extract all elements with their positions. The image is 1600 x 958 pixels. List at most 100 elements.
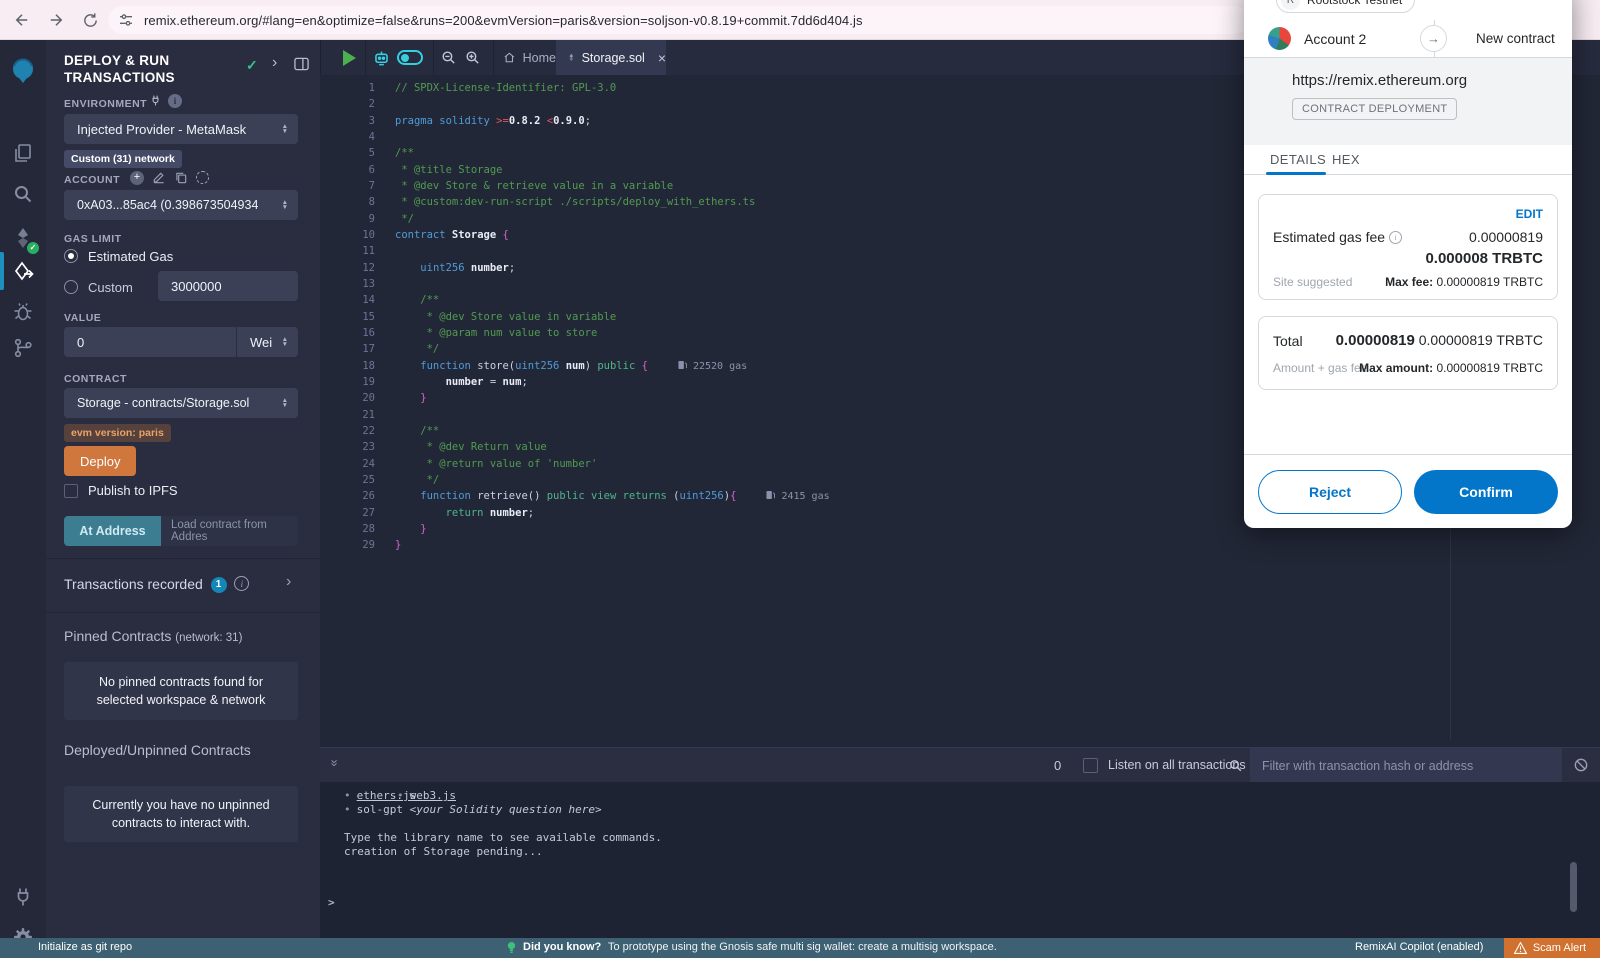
terminal-output[interactable]: •web3.js •ethers.js•sol-gpt <your Solidi… — [320, 782, 1600, 938]
tab-home[interactable]: Home — [494, 40, 556, 75]
active-plugin-indicator — [0, 252, 4, 290]
site-info-icon[interactable] — [118, 12, 134, 28]
plugin-manager-icon[interactable] — [11, 885, 35, 909]
custom-gas-radio[interactable] — [64, 280, 78, 294]
line-number: 14 — [320, 292, 375, 308]
close-tab-icon[interactable]: × — [658, 50, 666, 66]
library-link[interactable]: web3.js — [410, 789, 456, 802]
line-number: 11 — [320, 243, 375, 259]
at-address-button[interactable]: At Address — [64, 516, 161, 546]
git-branch-icon[interactable] — [11, 336, 35, 360]
tab-hex[interactable]: HEX — [1332, 152, 1360, 167]
value-unit-select[interactable]: Wei ▲▼ — [236, 327, 298, 357]
code-line: } — [395, 390, 830, 406]
terminal-scrollbar-thumb[interactable] — [1570, 862, 1577, 912]
code-line — [395, 129, 830, 145]
network-pill[interactable]: R Rootstock Testnet — [1276, 0, 1415, 13]
line-number: 15 — [320, 309, 375, 325]
code-line: */ — [395, 472, 830, 488]
network-avatar: R — [1281, 0, 1300, 10]
url-bar[interactable]: remix.ethereum.org/#lang=en&optimize=fal… — [108, 6, 1248, 34]
back-icon[interactable] — [10, 8, 34, 32]
terminal-line: •ethers.js — [344, 789, 416, 803]
search-icon[interactable] — [11, 182, 35, 206]
edit-account-icon[interactable] — [152, 171, 166, 190]
terminal-search-icon[interactable] — [1228, 758, 1243, 778]
block-icon[interactable] — [1573, 757, 1589, 778]
split-view-icon[interactable] — [294, 57, 309, 76]
forward-icon[interactable] — [44, 8, 68, 32]
line-number: 22 — [320, 423, 375, 439]
code-line: // SPDX-License-Identifier: GPL-3.0 — [395, 80, 830, 96]
icon-rail: ✓ — [0, 40, 46, 938]
refresh-spinner-icon[interactable] — [196, 171, 209, 184]
zoom-in-icon[interactable] — [464, 49, 481, 71]
code-line: * @custom:dev-run-script ./scripts/deplo… — [395, 194, 830, 210]
warning-triangle-icon — [1514, 942, 1527, 954]
file-explorer-icon[interactable] — [11, 141, 35, 165]
solidity-compiler-icon[interactable]: ✓ — [11, 226, 35, 250]
contract-select[interactable]: Storage - contracts/Storage.sol ▲▼ — [64, 388, 298, 418]
at-address-input[interactable]: Load contract from Addres — [161, 516, 298, 546]
copilot-status[interactable]: RemixAI Copilot (enabled) — [1355, 941, 1483, 953]
deploy-run-panel: DEPLOY & RUNTRANSACTIONS ✓ › ENVIRONMENT… — [46, 40, 320, 938]
git-init-status[interactable]: Initialize as git repo — [38, 941, 132, 953]
line-number: 20 — [320, 390, 375, 406]
terminal-line: Type the library name to see available c… — [344, 831, 662, 845]
collapse-terminal-icon[interactable]: » — [328, 759, 343, 765]
expand-chevron-icon[interactable]: › — [272, 54, 277, 72]
code-line: */ — [395, 341, 830, 357]
line-number: 13 — [320, 276, 375, 292]
add-account-icon[interactable]: + — [130, 171, 144, 185]
scam-alert-button[interactable]: Scam Alert — [1504, 938, 1600, 958]
deploy-button[interactable]: Deploy — [64, 446, 136, 476]
gas-fee-card: EDIT Estimated gas fee i 0.00000819 0.00… — [1258, 194, 1558, 300]
at-address-placeholder: Load contract from Addres — [171, 519, 298, 543]
edit-gas-link[interactable]: EDIT — [1516, 207, 1543, 221]
tab-storage-sol[interactable]: Storage.sol × — [556, 40, 666, 75]
value-input[interactable]: 0 — [64, 327, 236, 357]
environment-info-icon[interactable]: i — [168, 94, 182, 108]
estimated-gas-radio[interactable] — [64, 249, 78, 263]
terminal-line: •sol-gpt <your Solidity question here> — [344, 803, 602, 817]
listen-transactions-checkbox[interactable] — [1083, 758, 1098, 773]
environment-select[interactable]: Injected Provider - MetaMask ▲▼ — [64, 114, 298, 144]
library-link[interactable]: ethers.js — [357, 789, 417, 802]
zoom-out-icon[interactable] — [440, 49, 457, 71]
publish-ipfs-checkbox[interactable] — [64, 484, 78, 498]
code-line: /** — [395, 423, 830, 439]
total-value: 0.00000819 0.00000819 TRBTC — [1336, 332, 1543, 349]
screen: remix.ethereum.org/#lang=en&optimize=fal… — [0, 0, 1600, 958]
tip-title: Did you know? — [523, 941, 601, 953]
account-select[interactable]: 0xA03...85ac4 (0.398673504934 ▲▼ — [64, 190, 298, 220]
gas-info-icon[interactable]: i — [1389, 231, 1402, 244]
total-label: Total — [1273, 333, 1303, 349]
remix-logo-icon[interactable] — [8, 56, 38, 86]
reject-button[interactable]: Reject — [1258, 470, 1402, 514]
gas-limit-label: GAS LIMIT — [64, 233, 122, 245]
pinned-contracts-title: Pinned Contracts (network: 31) — [64, 628, 242, 644]
copy-account-icon[interactable] — [174, 171, 188, 190]
code-line: contract Storage { — [395, 227, 830, 243]
code-line — [395, 276, 830, 292]
account-name: Account 2 — [1304, 31, 1366, 47]
terminal-line-clipped: •web3.js — [344, 782, 456, 789]
active-tab-underline — [1266, 172, 1326, 175]
copilot-toggle-icon[interactable] — [397, 50, 423, 65]
contract-value: Storage - contracts/Storage.sol — [77, 396, 249, 410]
debugger-icon[interactable] — [11, 300, 35, 324]
terminal-filter-input[interactable] — [1250, 748, 1562, 783]
pin-check-icon[interactable]: ✓ — [246, 57, 258, 74]
code-line: } — [395, 537, 830, 553]
line-number: 25 — [320, 472, 375, 488]
custom-gas-input[interactable]: 3000000 — [158, 271, 298, 301]
reload-icon[interactable] — [78, 8, 102, 32]
ai-copilot-robot-icon[interactable] — [372, 48, 391, 72]
confirm-button[interactable]: Confirm — [1414, 470, 1558, 514]
transactions-expand-icon[interactable]: › — [286, 573, 291, 591]
account-avatar — [1268, 27, 1291, 50]
deploy-run-icon[interactable] — [11, 260, 35, 284]
info-icon[interactable]: i — [234, 576, 249, 591]
run-script-icon[interactable] — [343, 50, 356, 66]
tab-details[interactable]: DETAILS — [1270, 152, 1326, 167]
